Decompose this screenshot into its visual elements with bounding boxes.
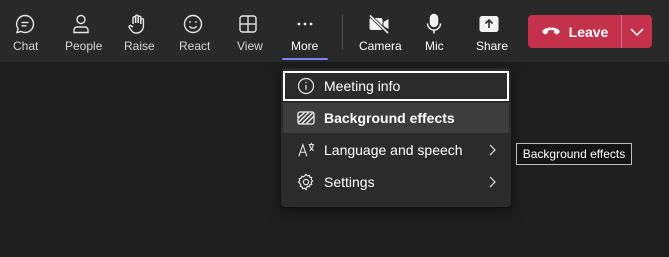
view-grid-icon (236, 12, 260, 36)
raise-hand-button[interactable]: Raise (118, 0, 156, 62)
meeting-toolbar: Chat People Raise React View More Camera… (0, 0, 669, 62)
raise-hand-icon (125, 12, 149, 36)
chat-label: Chat (13, 39, 39, 53)
menu-item-label: Settings (324, 174, 375, 190)
more-menu: Meeting info Background effects Language… (281, 68, 511, 207)
share-button[interactable]: Share (470, 0, 508, 62)
chat-button[interactable]: Chat (5, 0, 45, 62)
chat-icon (13, 12, 37, 36)
camera-off-icon (367, 12, 391, 36)
more-active-indicator (282, 58, 328, 60)
share-icon (477, 12, 501, 36)
settings-gear-icon (297, 173, 315, 191)
mic-button[interactable]: Mic (418, 0, 450, 62)
raise-label: Raise (124, 39, 155, 53)
menu-item-meeting-info[interactable]: Meeting info (283, 71, 509, 101)
menu-item-language-and-speech[interactable]: Language and speech (283, 135, 509, 165)
view-button[interactable]: View (228, 0, 268, 62)
chevron-right-icon (487, 175, 497, 189)
menu-item-label: Language and speech (324, 142, 463, 158)
more-button[interactable]: More (284, 0, 326, 62)
chevron-right-icon (487, 143, 497, 157)
leave-button[interactable]: Leave (528, 15, 621, 48)
info-icon (297, 77, 315, 95)
menu-item-background-effects[interactable]: Background effects (283, 103, 509, 133)
camera-button[interactable]: Camera (356, 0, 402, 62)
mic-icon (422, 12, 446, 36)
view-label: View (237, 39, 263, 53)
mic-label: Mic (425, 39, 444, 53)
language-icon (297, 141, 315, 159)
react-label: React (179, 39, 211, 53)
people-label: People (65, 39, 103, 53)
camera-label: Camera (359, 39, 402, 53)
people-button[interactable]: People (60, 0, 102, 62)
leave-label: Leave (568, 23, 609, 40)
chevron-down-icon (630, 27, 644, 36)
people-icon (69, 12, 93, 36)
share-label: Share (476, 39, 509, 53)
leave-separator (621, 15, 622, 48)
toolbar-divider (342, 14, 343, 50)
phone-hangup-icon (541, 26, 561, 38)
react-smiley-icon (181, 12, 205, 36)
leave-options-dropdown[interactable] (622, 15, 652, 48)
more-label: More (291, 39, 319, 53)
leave-button-group: Leave (528, 15, 652, 48)
tooltip: Background effects (516, 143, 632, 165)
menu-item-label: Meeting info (324, 78, 401, 94)
menu-item-settings[interactable]: Settings (283, 167, 509, 197)
background-effects-icon (297, 109, 315, 127)
react-button[interactable]: React (173, 0, 213, 62)
more-ellipsis-icon (293, 12, 317, 36)
menu-item-label: Background effects (324, 110, 455, 126)
